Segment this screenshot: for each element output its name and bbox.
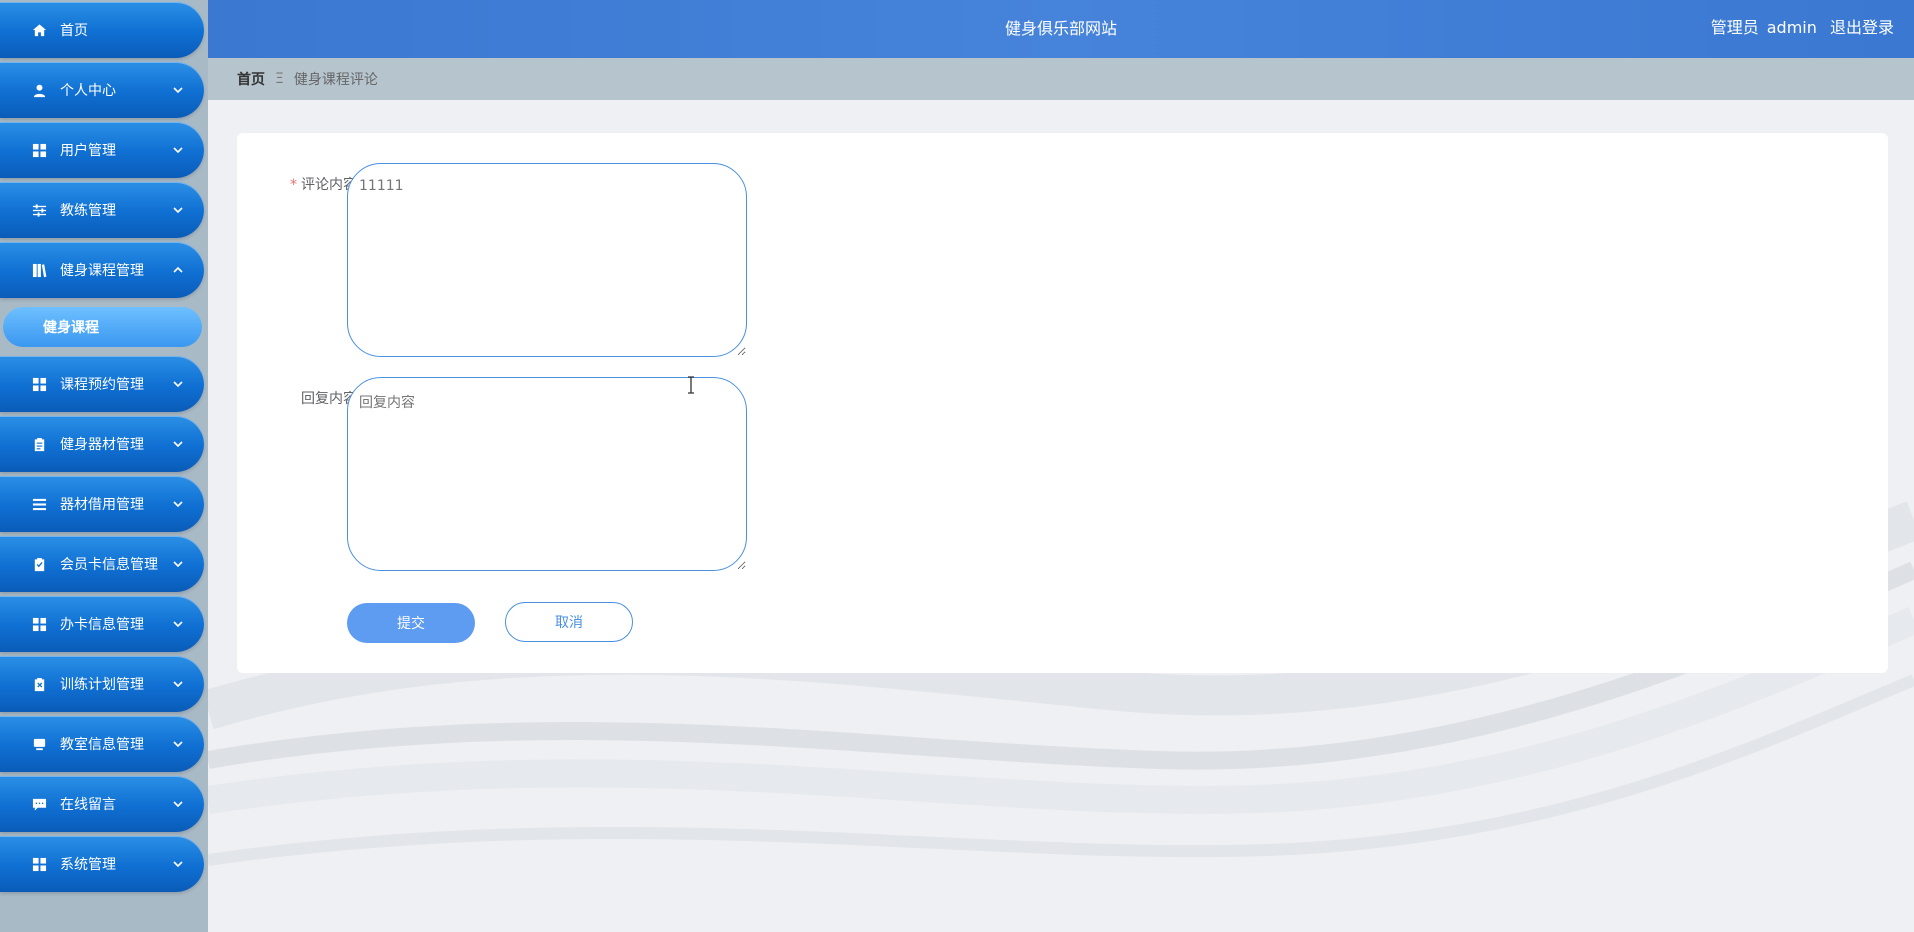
list-icon bbox=[31, 496, 47, 512]
reply-label: 回复内容 bbox=[301, 391, 357, 407]
home-icon bbox=[31, 22, 47, 38]
breadcrumb-current: 健身课程评论 bbox=[293, 72, 378, 88]
sidebar-item-label: 课程预约管理 bbox=[60, 377, 144, 393]
sidebar-item-label: 会员卡信息管理 bbox=[60, 557, 158, 573]
clipboard-icon bbox=[31, 436, 47, 452]
grid-icon bbox=[31, 856, 47, 872]
clipboard-x-icon bbox=[31, 676, 47, 692]
sidebar-item-home[interactable]: 首页 bbox=[0, 2, 204, 58]
sidebar-item-label: 器材借用管理 bbox=[60, 497, 144, 513]
monitor-icon bbox=[31, 736, 47, 752]
comment-form-card: *评论内容 回复内容 提交 取消 bbox=[237, 133, 1888, 673]
sidebar-item-training-plan-management[interactable]: 训练计划管理 bbox=[0, 656, 204, 712]
sidebar-item-online-message[interactable]: 在线留言 bbox=[0, 776, 204, 832]
user-area: 管理员 admin 退出登录 bbox=[1703, 0, 1894, 58]
sidebar-item-card-application-management[interactable]: 办卡信息管理 bbox=[0, 596, 204, 652]
grid-icon bbox=[31, 142, 47, 158]
chevron-down-icon bbox=[172, 498, 184, 510]
sliders-icon bbox=[31, 202, 47, 218]
chevron-down-icon bbox=[172, 438, 184, 450]
breadcrumb-home[interactable]: 首页 bbox=[237, 69, 265, 89]
chevron-down-icon bbox=[172, 204, 184, 216]
username: admin bbox=[1766, 18, 1817, 37]
chat-icon bbox=[31, 796, 47, 812]
reply-content-textarea[interactable] bbox=[347, 377, 747, 571]
sidebar-item-user-management[interactable]: 用户管理 bbox=[0, 122, 204, 178]
cancel-button[interactable]: 取消 bbox=[505, 602, 633, 642]
grid-icon bbox=[31, 376, 47, 392]
sidebar-item-course-management[interactable]: 健身课程管理 bbox=[0, 242, 204, 298]
chevron-down-icon bbox=[172, 558, 184, 570]
submit-button[interactable]: 提交 bbox=[347, 603, 475, 643]
sidebar-item-label: 教室信息管理 bbox=[60, 737, 144, 753]
sidebar-subitem-fitness-course[interactable]: 健身课程 bbox=[3, 307, 202, 347]
sidebar-item-equipment-borrow-management[interactable]: 器材借用管理 bbox=[0, 476, 204, 532]
sidebar-item-label: 用户管理 bbox=[60, 143, 116, 159]
sidebar-item-label: 办卡信息管理 bbox=[60, 617, 144, 633]
grid-icon bbox=[31, 616, 47, 632]
sidebar-item-label: 训练计划管理 bbox=[60, 677, 144, 693]
sidebar-item-label: 健身器材管理 bbox=[60, 437, 144, 453]
sidebar-item-label: 系统管理 bbox=[60, 857, 116, 873]
comment-content-textarea[interactable] bbox=[347, 163, 747, 357]
logout-link[interactable]: 退出登录 bbox=[1830, 18, 1894, 37]
sidebar-item-classroom-management[interactable]: 教室信息管理 bbox=[0, 716, 204, 772]
chevron-down-icon bbox=[172, 378, 184, 390]
top-header: 健身俱乐部网站 管理员 admin 退出登录 bbox=[208, 0, 1914, 58]
sidebar: 首页 个人中心 用户管理 教练管理 健身课程管理 健身课程 课程预约管理 健身器… bbox=[0, 0, 208, 932]
comment-label: * 评论内容 bbox=[237, 174, 357, 194]
book-icon bbox=[31, 262, 47, 278]
sidebar-item-coach-management[interactable]: 教练管理 bbox=[0, 182, 204, 238]
sidebar-item-label: 首页 bbox=[60, 23, 88, 39]
sidebar-item-membership-card-management[interactable]: 会员卡信息管理 bbox=[0, 536, 204, 592]
sidebar-item-label: 个人中心 bbox=[60, 83, 116, 99]
chevron-up-icon bbox=[172, 264, 184, 276]
user-icon bbox=[31, 82, 47, 98]
sidebar-item-label: 教练管理 bbox=[60, 203, 116, 219]
breadcrumb: 首页 Ξ 健身课程评论 bbox=[208, 58, 1914, 100]
sidebar-item-label: 健身课程管理 bbox=[60, 263, 144, 279]
sidebar-item-equipment-management[interactable]: 健身器材管理 bbox=[0, 416, 204, 472]
chevron-down-icon bbox=[172, 618, 184, 630]
sidebar-item-personal-center[interactable]: 个人中心 bbox=[0, 62, 204, 118]
sidebar-item-system-management[interactable]: 系统管理 bbox=[0, 836, 204, 892]
clipboard-check-icon bbox=[31, 556, 47, 572]
user-role: 管理员 bbox=[1710, 18, 1759, 37]
chevron-down-icon bbox=[172, 144, 184, 156]
chevron-down-icon bbox=[172, 84, 184, 96]
breadcrumb-separator: Ξ bbox=[275, 71, 284, 87]
sidebar-item-booking-management[interactable]: 课程预约管理 bbox=[0, 356, 204, 412]
chevron-down-icon bbox=[172, 678, 184, 690]
chevron-down-icon bbox=[172, 858, 184, 870]
required-mark: * bbox=[290, 177, 297, 193]
site-title: 健身俱乐部网站 bbox=[1004, 19, 1117, 38]
chevron-down-icon bbox=[172, 738, 184, 750]
text-cursor-icon bbox=[688, 376, 694, 394]
sidebar-item-label: 在线留言 bbox=[60, 797, 116, 813]
chevron-down-icon bbox=[172, 798, 184, 810]
